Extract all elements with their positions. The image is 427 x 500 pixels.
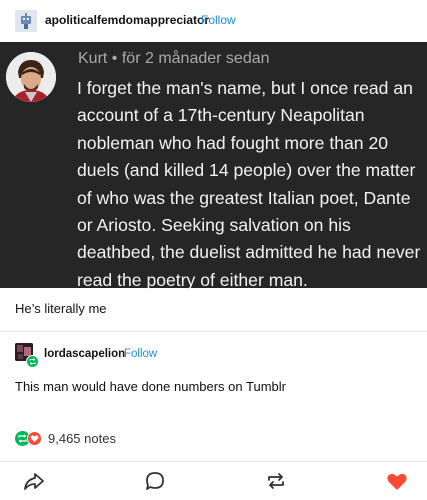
share-button[interactable] <box>22 469 46 493</box>
reblog-follow-button[interactable]: Follow <box>124 348 157 360</box>
notes-row[interactable]: 9,465 notes <box>15 431 116 446</box>
commenter-avatar <box>6 52 56 102</box>
post-username[interactable]: apoliticalfemdomappreciator <box>45 13 209 27</box>
comment-line: read the poetry of either man. <box>77 269 308 290</box>
reply-icon <box>146 472 164 490</box>
follow-button[interactable]: Follow <box>201 13 236 27</box>
like-note-icon <box>27 431 42 446</box>
reblog-button[interactable] <box>264 469 288 493</box>
reblog-icon <box>268 473 284 489</box>
heart-icon <box>387 473 407 490</box>
post-caption: He’s literally me <box>15 301 107 316</box>
share-icon <box>24 473 44 490</box>
comment-line: duels (and killed 14 people) over the ma… <box>77 160 416 181</box>
comment-line: account of a 17th-century Neapolitan <box>77 105 365 126</box>
comment-line: or Ariosto. Seeking salvation on his <box>77 215 351 236</box>
like-button[interactable] <box>385 469 409 493</box>
notes-count[interactable]: 9,465 notes <box>48 431 116 446</box>
comment-line: nobleman who had fought more than 20 <box>77 132 389 153</box>
reply-button[interactable] <box>143 469 167 493</box>
comment-time: för 2 månader sedan <box>121 50 270 67</box>
divider <box>0 461 427 462</box>
comment-author: Kurt <box>78 50 108 67</box>
reblog-username[interactable]: lordascapelion <box>44 348 125 360</box>
comment-line: deathbed, the duelist admitted he had ne… <box>77 242 421 263</box>
meta-separator: • <box>111 50 118 67</box>
avatar[interactable] <box>15 10 37 32</box>
portrait-icon <box>6 52 56 102</box>
comment-body: I forget the man's name, but I once read… <box>77 75 427 294</box>
robot-avatar-icon <box>15 10 37 32</box>
divider <box>0 331 427 332</box>
reblog-badge-icon <box>26 355 39 368</box>
comment-line: I forget the man's name, but I once read… <box>77 78 413 98</box>
comment-line: of who was the greatest Italian poet, Da… <box>77 187 411 208</box>
reblog-text: This man would have done numbers on Tumb… <box>15 379 286 394</box>
comment-meta: Kurt • för 2 månader sedan <box>78 50 270 68</box>
quote-image: Kurt • för 2 månader sedan I forget the … <box>0 42 427 290</box>
reblog-arrows-icon <box>29 358 36 365</box>
post-header: apoliticalfemdomappreciator Follow <box>0 0 427 42</box>
